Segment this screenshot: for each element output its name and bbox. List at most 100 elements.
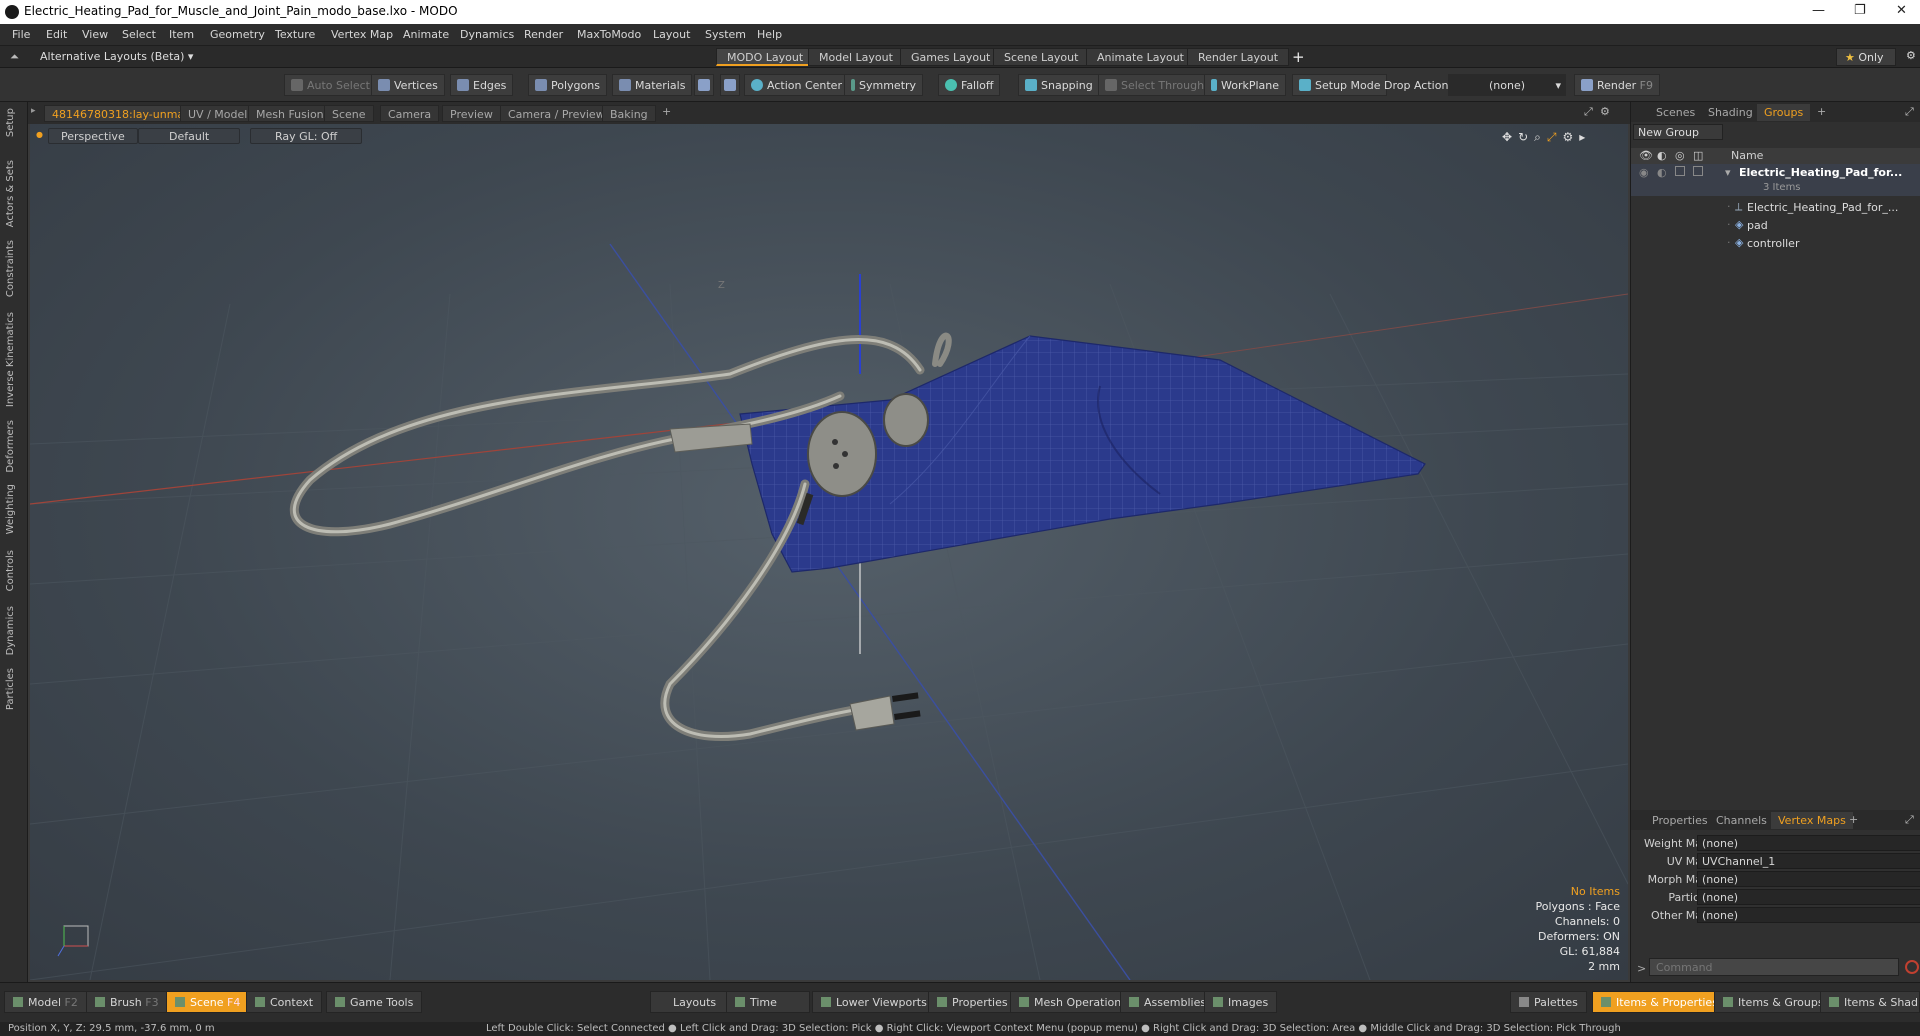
weight-map-select[interactable]: (none) (1697, 835, 1920, 851)
tab-groups[interactable]: Groups (1757, 104, 1811, 121)
tab-mesh-fusion[interactable]: Mesh Fusion (248, 105, 332, 122)
tab-scene-layout[interactable]: Scene Layout (993, 48, 1090, 66)
tab-dynamics[interactable]: Dynamics (5, 606, 16, 655)
other-map-select[interactable]: (none) (1697, 907, 1920, 923)
properties-maximize-icon[interactable]: ⤢ (1905, 813, 1914, 827)
pivot-mode-button[interactable] (720, 74, 740, 96)
tab-model-layout[interactable]: Model Layout (808, 48, 904, 66)
context-button[interactable]: Context (246, 991, 323, 1013)
tab-animate-layout[interactable]: Animate Layout (1086, 48, 1195, 66)
power-plug[interactable] (849, 695, 895, 731)
command-input[interactable] (1649, 958, 1899, 976)
add-layout-button[interactable]: + (1292, 48, 1305, 66)
tab-camera[interactable]: Camera (380, 105, 440, 122)
menu-file[interactable]: File (12, 28, 30, 41)
workplane-button[interactable]: WorkPlane (1204, 74, 1287, 96)
setup-mode-button[interactable]: Setup Mode (1292, 74, 1388, 96)
group-row[interactable]: ◉ ◐ ▾ Electric_Heating_Pad_for... 3 Item… (1631, 164, 1920, 196)
add-properties-tab-button[interactable]: + (1849, 813, 1858, 826)
new-group-button[interactable]: New Group (1633, 124, 1723, 140)
menu-edit[interactable]: Edit (46, 28, 67, 41)
scene-button[interactable]: Scene F4 (166, 991, 250, 1013)
game-tools-button[interactable]: Game Tools (326, 991, 423, 1013)
model-button[interactable]: Model F2 (4, 991, 87, 1013)
mesh-operations-button[interactable]: Mesh Operations (1010, 991, 1136, 1013)
drop-action-select[interactable]: (none) ▾ (1448, 74, 1566, 96)
symmetry-button[interactable]: Symmetry (844, 74, 924, 96)
tab-uv-model[interactable]: UV / Model (180, 105, 256, 122)
lower-viewports-button[interactable]: Lower Viewports (812, 991, 936, 1013)
items-shading-button[interactable]: Items & Shading (1820, 991, 1920, 1013)
menu-system[interactable]: System (705, 28, 746, 41)
record-icon[interactable] (1905, 960, 1919, 974)
menu-maxtomodo[interactable]: MaxToModo (577, 28, 641, 41)
zoom-icon[interactable]: ⌕ (1534, 130, 1547, 144)
add-tab-button[interactable]: + (662, 105, 671, 118)
group-select-checkbox[interactable] (1693, 166, 1703, 176)
items-groups-button[interactable]: Items & Groups (1714, 991, 1833, 1013)
tab-preview[interactable]: Preview (442, 105, 501, 122)
menu-view[interactable]: View (82, 28, 108, 41)
properties-button[interactable]: Properties (928, 991, 1017, 1013)
render-button[interactable]: Render F9 (1574, 74, 1660, 96)
menu-texture[interactable]: Texture (275, 28, 315, 41)
restore-button[interactable]: ❐ (1854, 3, 1866, 18)
raygl-button[interactable]: Ray GL: Off (250, 128, 363, 144)
falloff-button[interactable]: Falloff (938, 74, 1001, 96)
menu-help[interactable]: Help (757, 28, 782, 41)
tab-games-layout[interactable]: Games Layout (900, 48, 1002, 66)
item-mode-button[interactable] (694, 74, 714, 96)
tab-camera-preview[interactable]: Camera / Preview (500, 105, 613, 122)
tab-properties[interactable]: Properties (1645, 812, 1715, 829)
tab-particles[interactable]: Particles (5, 668, 16, 710)
viewport-menu-icon[interactable]: ● (36, 130, 43, 139)
collapse-icon[interactable]: ⏶ (10, 50, 19, 64)
menu-item[interactable]: Item (169, 28, 194, 41)
tab-controls[interactable]: Controls (5, 550, 16, 591)
menu-dynamics[interactable]: Dynamics (460, 28, 514, 41)
list-item[interactable]: · ⟂ Electric_Heating_Pad_for_... (1631, 198, 1920, 216)
brush-button[interactable]: Brush F3 (86, 991, 168, 1013)
list-item[interactable]: · ◈ pad (1631, 216, 1920, 234)
tab-channels[interactable]: Channels (1709, 812, 1774, 829)
group-lock-checkbox[interactable] (1675, 166, 1685, 176)
list-item[interactable]: · ◈ controller (1631, 234, 1920, 252)
tab-shading[interactable]: Shading (1701, 104, 1760, 121)
group-expand-icon[interactable]: ▾ (1725, 166, 1731, 179)
select-through-button[interactable]: Select Through (1098, 74, 1212, 96)
3d-viewport[interactable]: Z ● Perspective Default Ray GL: Off ✥↻⌕⤢… (30, 124, 1628, 980)
materials-button[interactable]: Materials (612, 74, 693, 96)
edges-button[interactable]: Edges (450, 74, 514, 96)
particle-map-select[interactable]: (none) (1697, 889, 1920, 905)
only-toggle[interactable]: ★ Only (1836, 48, 1896, 66)
tab-lay-unmax[interactable]: 48146780318:lay-unmax (44, 105, 199, 122)
uv-map-select[interactable]: UVChannel_1 (1697, 853, 1920, 869)
items-properties-button[interactable]: Items & Properties (1592, 991, 1727, 1013)
auto-select-button[interactable]: Auto Select (284, 74, 377, 96)
tab-setup[interactable]: Setup (5, 108, 16, 137)
tab-constraints[interactable]: Constraints (5, 240, 16, 297)
view-type-button[interactable]: Perspective (48, 128, 138, 144)
tab-vertex-maps[interactable]: Vertex Maps (1771, 812, 1853, 829)
play-icon[interactable]: ▸ (1579, 130, 1591, 144)
group-visibility-icon[interactable]: ◉ (1639, 166, 1649, 179)
tab-scene[interactable]: Scene (324, 105, 374, 122)
vertices-button[interactable]: Vertices (371, 74, 445, 96)
tab-inverse-kinematics[interactable]: Inverse Kinematics (5, 312, 16, 407)
tab-deformers[interactable]: Deformers (5, 420, 16, 473)
shading-mode-button[interactable]: Default (138, 128, 241, 144)
panel-maximize-icon[interactable]: ⤢ (1905, 105, 1914, 119)
maximize-icon[interactable]: ⤢ (1584, 105, 1593, 119)
tab-scenes[interactable]: Scenes (1649, 104, 1702, 121)
viewport-gear-icon[interactable]: ⚙ (1562, 130, 1579, 144)
action-center-button[interactable]: Action Center (744, 74, 849, 96)
fit-icon[interactable]: ⤢ (1547, 130, 1563, 144)
menu-animate[interactable]: Animate (403, 28, 449, 41)
menu-select[interactable]: Select (122, 28, 156, 41)
tab-render-layout[interactable]: Render Layout (1187, 48, 1290, 66)
menu-vertex-map[interactable]: Vertex Map (331, 28, 393, 41)
close-button[interactable]: ✕ (1896, 3, 1907, 18)
snapping-button[interactable]: Snapping (1018, 74, 1100, 96)
rotate-icon[interactable]: ↻ (1518, 130, 1534, 144)
morph-map-select[interactable]: (none) (1697, 871, 1920, 887)
